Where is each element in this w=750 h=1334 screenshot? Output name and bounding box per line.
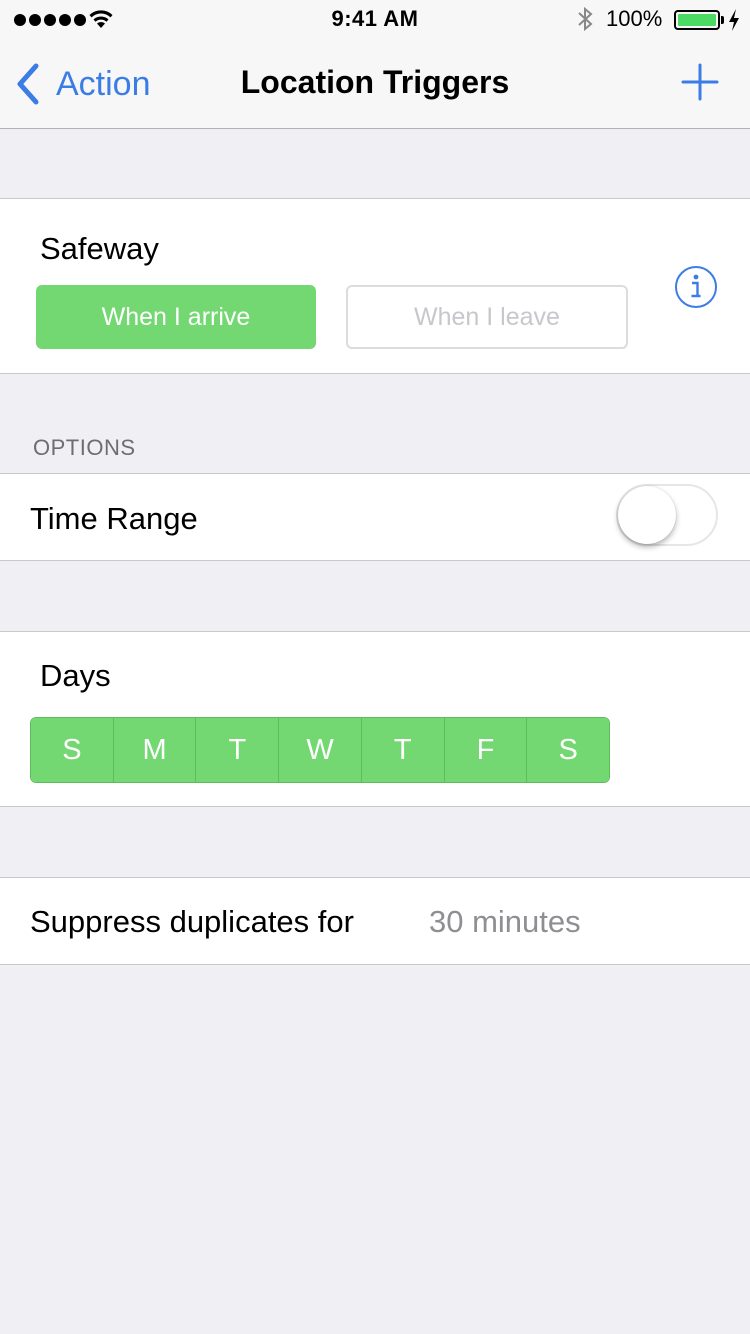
plus-icon[interactable] [680, 62, 720, 102]
days-selector: S M T W T F S [30, 717, 610, 783]
time-range-toggle[interactable] [616, 484, 718, 546]
time-range-row: Time Range [0, 473, 750, 561]
back-label: Action [56, 64, 151, 103]
day-sunday[interactable]: S [31, 718, 114, 782]
day-thursday[interactable]: T [361, 718, 445, 782]
info-icon[interactable] [674, 265, 718, 309]
when-i-leave-button[interactable]: When I leave [346, 285, 628, 349]
day-monday[interactable]: M [113, 718, 197, 782]
options-header: OPTIONS [33, 435, 136, 460]
bluetooth-icon [578, 6, 593, 32]
navigation-bar: Action Location Triggers [0, 40, 750, 129]
day-tuesday[interactable]: T [196, 718, 280, 782]
battery-icon [674, 10, 720, 30]
days-section: Days S M T W T F S [0, 631, 750, 807]
day-wednesday[interactable]: W [279, 718, 362, 782]
toggle-knob [618, 486, 676, 544]
day-saturday[interactable]: S [527, 718, 609, 782]
when-i-arrive-button[interactable]: When I arrive [36, 285, 316, 349]
trigger-section: Safeway When I arrive When I leave [0, 198, 750, 374]
chevron-left-icon [17, 63, 39, 105]
suppress-value[interactable]: 30 minutes [429, 904, 581, 940]
time-range-label: Time Range [30, 501, 198, 536]
day-friday[interactable]: F [444, 718, 528, 782]
place-name: Safeway [40, 231, 159, 266]
suppress-label: Suppress duplicates for [30, 904, 354, 939]
status-bar: 9:41 AM 100% [0, 0, 750, 40]
battery-percent: 100% [606, 6, 663, 31]
suppress-row[interactable]: Suppress duplicates for 30 minutes [0, 877, 750, 965]
back-button[interactable]: Action [14, 62, 151, 106]
charging-bolt-icon [729, 9, 739, 31]
days-label: Days [40, 658, 111, 693]
